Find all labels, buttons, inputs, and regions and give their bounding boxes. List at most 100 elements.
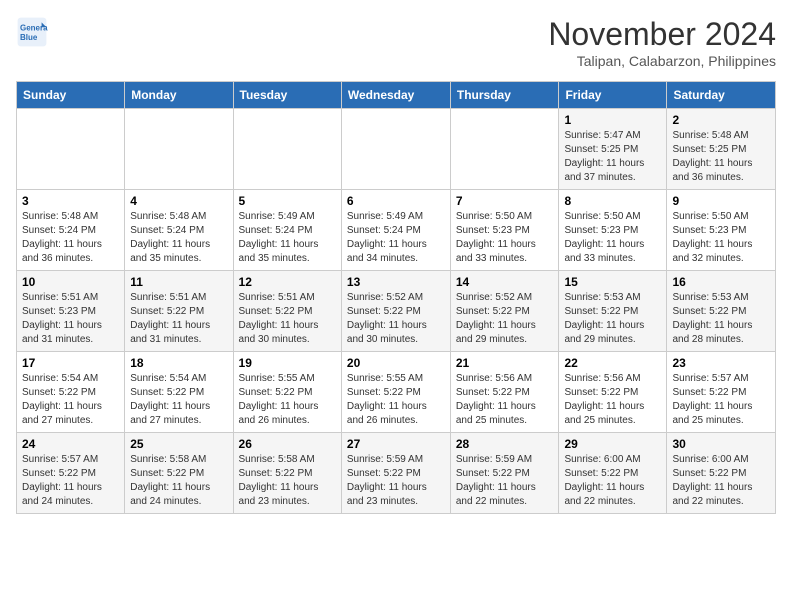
day-number: 28: [456, 437, 554, 451]
day-info: Sunrise: 5:48 AMSunset: 5:25 PMDaylight:…: [672, 129, 770, 185]
calendar-week-5: 24 Sunrise: 5:57 AMSunset: 5:22 PMDayligh…: [17, 433, 776, 514]
calendar-cell: 12Sunrise: 5:51 AMSunset: 5:22 PMDayligh…: [233, 271, 341, 352]
calendar-cell: 7Sunrise: 5:50 AMSunset: 5:23 PMDaylight…: [450, 190, 559, 271]
day-info: Sunrise: 5:50 AMSunset: 5:23 PMDaylight:…: [456, 210, 554, 266]
day-info: Sunrise: 5:57 AMSunset: 5:22 PMDaylight:…: [672, 372, 770, 428]
day-number: 29: [564, 437, 661, 451]
calendar-cell: 15Sunrise: 5:53 AMSunset: 5:22 PMDayligh…: [559, 271, 667, 352]
calendar-cell: 21 Sunrise: 5:56 AMSunset: 5:22 PMDayligh…: [450, 352, 559, 433]
calendar-week-3: 10 Sunrise: 5:51 AMSunset: 5:23 PMDayligh…: [17, 271, 776, 352]
logo: General Blue: [16, 16, 52, 48]
day-number: 11: [130, 275, 227, 289]
day-number: 30: [672, 437, 770, 451]
page-header: General Blue November 2024 Talipan, Cala…: [16, 16, 776, 69]
day-info: Sunrise: 5:52 AMSunset: 5:22 PMDaylight:…: [347, 291, 445, 347]
location-title: Talipan, Calabarzon, Philippines: [548, 53, 776, 69]
day-info: Sunrise: 5:52 AMSunset: 5:22 PMDaylight:…: [456, 291, 554, 347]
day-number: 22: [564, 356, 661, 370]
calendar-cell: 22 Sunrise: 5:56 AMSunset: 5:22 PMDayligh…: [559, 352, 667, 433]
weekday-header-friday: Friday: [559, 82, 667, 109]
day-number: 3: [22, 194, 119, 208]
day-info: Sunrise: 5:56 AMSunset: 5:22 PMDaylight:…: [564, 372, 661, 428]
day-info: Sunrise: 5:54 AMSunset: 5:22 PMDaylight:…: [130, 372, 227, 428]
day-number: 8: [564, 194, 661, 208]
calendar-cell: 4 Sunrise: 5:48 AMSunset: 5:24 PMDaylight…: [125, 190, 233, 271]
day-info: Sunrise: 5:57 AMSunset: 5:22 PMDaylight:…: [22, 453, 119, 509]
day-info: Sunrise: 5:49 AMSunset: 5:24 PMDaylight:…: [347, 210, 445, 266]
calendar-cell: 10 Sunrise: 5:51 AMSunset: 5:23 PMDayligh…: [17, 271, 125, 352]
calendar-week-4: 17 Sunrise: 5:54 AMSunset: 5:22 PMDayligh…: [17, 352, 776, 433]
day-info: Sunrise: 6:00 AMSunset: 5:22 PMDaylight:…: [672, 453, 770, 509]
day-info: Sunrise: 5:58 AMSunset: 5:22 PMDaylight:…: [239, 453, 336, 509]
calendar-cell: 18 Sunrise: 5:54 AMSunset: 5:22 PMDayligh…: [125, 352, 233, 433]
day-number: 6: [347, 194, 445, 208]
calendar-cell: 30 Sunrise: 6:00 AMSunset: 5:22 PMDayligh…: [667, 433, 776, 514]
day-number: 21: [456, 356, 554, 370]
day-number: 9: [672, 194, 770, 208]
day-number: 18: [130, 356, 227, 370]
day-number: 1: [564, 113, 661, 127]
day-info: Sunrise: 5:50 AMSunset: 5:23 PMDaylight:…: [672, 210, 770, 266]
logo-icon: General Blue: [16, 16, 48, 48]
day-info: Sunrise: 5:55 AMSunset: 5:22 PMDaylight:…: [239, 372, 336, 428]
calendar-cell: 17 Sunrise: 5:54 AMSunset: 5:22 PMDayligh…: [17, 352, 125, 433]
title-block: November 2024 Talipan, Calabarzon, Phili…: [548, 16, 776, 69]
day-info: Sunrise: 5:47 AMSunset: 5:25 PMDaylight:…: [564, 129, 661, 185]
month-title: November 2024: [548, 16, 776, 53]
calendar-cell: 29 Sunrise: 6:00 AMSunset: 5:22 PMDayligh…: [559, 433, 667, 514]
day-number: 13: [347, 275, 445, 289]
calendar-cell: 2 Sunrise: 5:48 AMSunset: 5:25 PMDaylight…: [667, 109, 776, 190]
day-info: Sunrise: 5:58 AMSunset: 5:22 PMDaylight:…: [130, 453, 227, 509]
svg-text:Blue: Blue: [20, 33, 38, 42]
day-number: 15: [564, 275, 661, 289]
calendar-cell: 23Sunrise: 5:57 AMSunset: 5:22 PMDayligh…: [667, 352, 776, 433]
calendar-cell: 1 Sunrise: 5:47 AMSunset: 5:25 PMDaylight…: [559, 109, 667, 190]
calendar-week-2: 3 Sunrise: 5:48 AMSunset: 5:24 PMDaylight…: [17, 190, 776, 271]
calendar-cell: 11Sunrise: 5:51 AMSunset: 5:22 PMDayligh…: [125, 271, 233, 352]
calendar-cell: [341, 109, 450, 190]
day-info: Sunrise: 5:48 AMSunset: 5:24 PMDaylight:…: [22, 210, 119, 266]
day-number: 20: [347, 356, 445, 370]
day-info: Sunrise: 5:59 AMSunset: 5:22 PMDaylight:…: [456, 453, 554, 509]
day-info: Sunrise: 5:51 AMSunset: 5:23 PMDaylight:…: [22, 291, 119, 347]
calendar-cell: [450, 109, 559, 190]
calendar-week-1: 1 Sunrise: 5:47 AMSunset: 5:25 PMDaylight…: [17, 109, 776, 190]
calendar-cell: 19 Sunrise: 5:55 AMSunset: 5:22 PMDayligh…: [233, 352, 341, 433]
day-number: 24: [22, 437, 119, 451]
day-number: 5: [239, 194, 336, 208]
day-info: Sunrise: 5:56 AMSunset: 5:22 PMDaylight:…: [456, 372, 554, 428]
day-info: Sunrise: 5:48 AMSunset: 5:24 PMDaylight:…: [130, 210, 227, 266]
calendar-table: SundayMondayTuesdayWednesdayThursdayFrid…: [16, 81, 776, 514]
weekday-header-sunday: Sunday: [17, 82, 125, 109]
day-number: 17: [22, 356, 119, 370]
day-info: Sunrise: 5:54 AMSunset: 5:22 PMDaylight:…: [22, 372, 119, 428]
day-info: Sunrise: 5:55 AMSunset: 5:22 PMDaylight:…: [347, 372, 445, 428]
weekday-header-thursday: Thursday: [450, 82, 559, 109]
weekday-header-saturday: Saturday: [667, 82, 776, 109]
day-info: Sunrise: 5:53 AMSunset: 5:22 PMDaylight:…: [672, 291, 770, 347]
calendar-cell: [17, 109, 125, 190]
day-info: Sunrise: 5:50 AMSunset: 5:23 PMDaylight:…: [564, 210, 661, 266]
calendar-cell: [125, 109, 233, 190]
weekday-header-monday: Monday: [125, 82, 233, 109]
calendar-cell: 27Sunrise: 5:59 AMSunset: 5:22 PMDayligh…: [341, 433, 450, 514]
calendar-cell: 3 Sunrise: 5:48 AMSunset: 5:24 PMDaylight…: [17, 190, 125, 271]
day-number: 4: [130, 194, 227, 208]
calendar-cell: 16 Sunrise: 5:53 AMSunset: 5:22 PMDayligh…: [667, 271, 776, 352]
day-number: 2: [672, 113, 770, 127]
weekday-header-wednesday: Wednesday: [341, 82, 450, 109]
calendar-cell: 9 Sunrise: 5:50 AMSunset: 5:23 PMDaylight…: [667, 190, 776, 271]
day-number: 10: [22, 275, 119, 289]
day-info: Sunrise: 6:00 AMSunset: 5:22 PMDaylight:…: [564, 453, 661, 509]
day-number: 16: [672, 275, 770, 289]
day-number: 12: [239, 275, 336, 289]
calendar-cell: 8 Sunrise: 5:50 AMSunset: 5:23 PMDaylight…: [559, 190, 667, 271]
day-number: 26: [239, 437, 336, 451]
calendar-cell: 24 Sunrise: 5:57 AMSunset: 5:22 PMDayligh…: [17, 433, 125, 514]
day-number: 27: [347, 437, 445, 451]
calendar-cell: 25Sunrise: 5:58 AMSunset: 5:22 PMDayligh…: [125, 433, 233, 514]
calendar-cell: 26 Sunrise: 5:58 AMSunset: 5:22 PMDayligh…: [233, 433, 341, 514]
calendar-cell: 13 Sunrise: 5:52 AMSunset: 5:22 PMDayligh…: [341, 271, 450, 352]
day-number: 19: [239, 356, 336, 370]
weekday-header-tuesday: Tuesday: [233, 82, 341, 109]
